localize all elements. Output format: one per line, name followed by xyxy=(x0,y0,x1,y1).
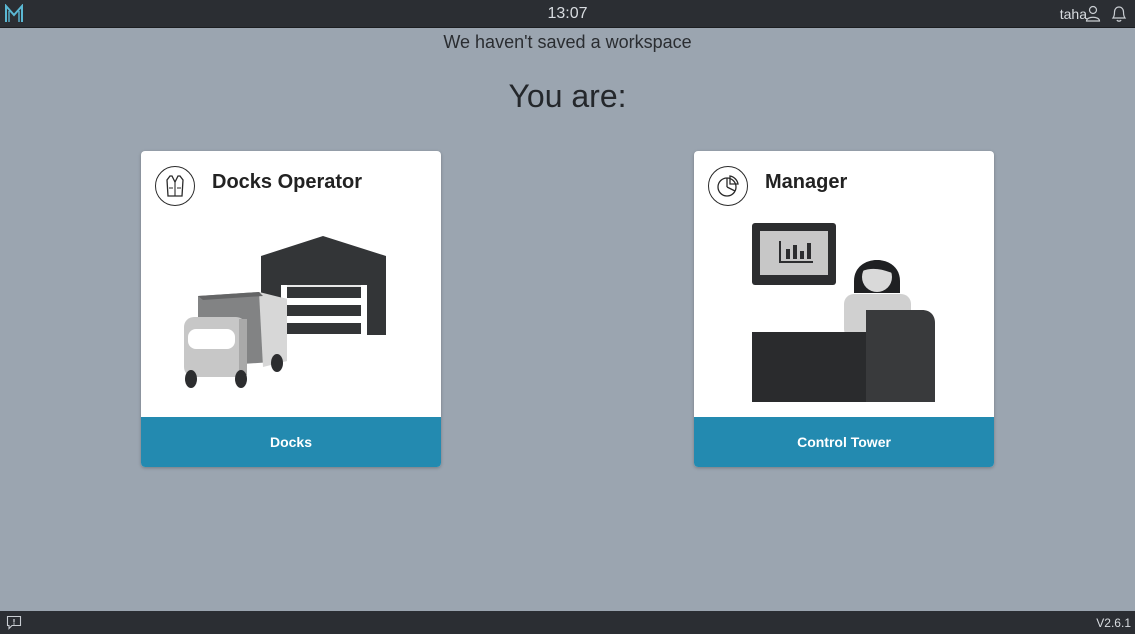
feedback-icon[interactable] xyxy=(6,615,22,630)
role-card-manager[interactable]: Manager Control Tower xyxy=(694,151,994,467)
role-card-docks-operator[interactable]: Docks Operator Docks xyxy=(141,151,441,467)
role-title: Docks Operator xyxy=(212,171,363,193)
version-label: V2.6.1 xyxy=(1096,616,1131,630)
top-bar: 13:07 taha xyxy=(0,0,1135,28)
control-tower-button[interactable]: Control Tower xyxy=(694,417,994,467)
clock: 13:07 xyxy=(547,5,588,22)
page-title: You are: xyxy=(508,78,627,114)
safety-vest-icon xyxy=(155,166,195,206)
docks-button[interactable]: Docks xyxy=(141,417,441,467)
manager-desk-illustration xyxy=(752,223,935,402)
pie-chart-icon xyxy=(708,166,748,206)
username[interactable]: taha xyxy=(1060,6,1087,22)
workspace-notice: We haven't saved a workspace xyxy=(443,32,692,52)
bell-icon[interactable] xyxy=(1110,4,1128,23)
role-title: Manager xyxy=(765,171,848,193)
truck-warehouse-illustration xyxy=(184,236,386,388)
bottom-bar: V2.6.1 xyxy=(0,611,1135,634)
user-icon[interactable] xyxy=(1085,5,1101,22)
